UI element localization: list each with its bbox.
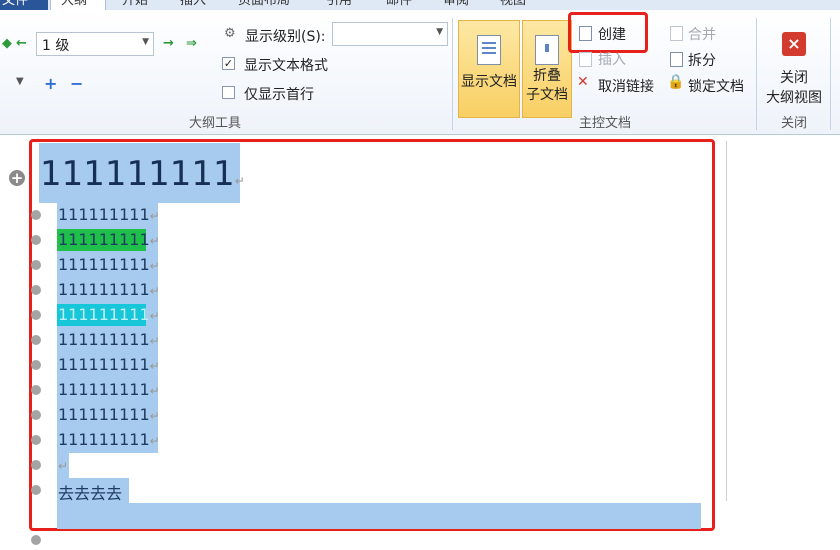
first-line-only-label: 仅显示首行 bbox=[244, 87, 314, 103]
outline-tools-group-label: 大纲工具 bbox=[188, 116, 241, 131]
outline-body-line[interactable]: 111111111↵ bbox=[58, 255, 160, 274]
chevron-down-icon: ▼ bbox=[436, 27, 443, 37]
outline-view-label: 大纲视图 bbox=[766, 90, 822, 106]
outline-bullet-icon[interactable] bbox=[31, 235, 41, 245]
insert-button[interactable]: 插入 bbox=[598, 49, 626, 69]
outline-bullet-icon[interactable] bbox=[31, 260, 41, 270]
first-line-only-checkbox[interactable] bbox=[222, 86, 235, 99]
lock-document-button[interactable]: 锁定文档 bbox=[688, 76, 744, 96]
unlink-icon: ✕ bbox=[577, 74, 589, 90]
subdocs-label: 子文档 bbox=[526, 87, 568, 103]
collapse-document-icon bbox=[535, 35, 559, 65]
move-down-icon[interactable]: ▼ bbox=[16, 76, 24, 87]
outline-bullet-icon[interactable] bbox=[31, 535, 41, 545]
outline-body-line[interactable]: 111111111↵ bbox=[58, 205, 160, 224]
outline-heading[interactable]: 111111111↵ bbox=[40, 154, 245, 194]
show-level-icon: ⚙ bbox=[224, 26, 236, 41]
show-text-format-label: 显示文本格式 bbox=[244, 58, 328, 74]
outline-bullet-icon[interactable] bbox=[31, 385, 41, 395]
outline-last-line[interactable]: 去去去去 bbox=[58, 480, 122, 504]
close-label: 关闭 bbox=[780, 70, 808, 86]
demote-to-body-icon[interactable]: ⇒ bbox=[186, 36, 197, 51]
selection-trailing bbox=[57, 503, 701, 529]
outline-body-line[interactable]: 111111111↵ bbox=[58, 305, 160, 324]
outline-bullet-icon[interactable] bbox=[31, 410, 41, 420]
outline-bullet-icon[interactable] bbox=[31, 460, 41, 470]
collapse-icon[interactable]: − bbox=[70, 74, 83, 93]
outline-body-line[interactable]: 111111111↵ bbox=[58, 430, 160, 449]
insert-doc-icon bbox=[579, 52, 592, 67]
close-outline-view-button[interactable]: × 关闭 大纲视图 bbox=[760, 20, 828, 116]
tab-outline[interactable]: 大纲 bbox=[50, 0, 106, 10]
paragraph-mark: ↵ bbox=[234, 174, 245, 188]
outline-bullet-icon[interactable] bbox=[31, 210, 41, 220]
tab-references[interactable]: 引用 bbox=[326, 0, 352, 10]
show-document-button[interactable]: 显示文档 bbox=[458, 20, 520, 118]
chevron-down-icon: ▼ bbox=[142, 37, 149, 47]
tab-view[interactable]: 视图 bbox=[500, 0, 526, 10]
group-separator bbox=[830, 18, 831, 130]
outline-bullet-icon[interactable] bbox=[31, 435, 41, 445]
collapse-label: 折叠 bbox=[533, 68, 561, 84]
unlink-button[interactable]: 取消链接 bbox=[598, 76, 654, 96]
outline-body-line[interactable]: 111111111↵ bbox=[58, 280, 160, 299]
ribbon-tab-strip: 文件 大纲 开始 插入 页面布局 引用 邮件 审阅 视图 bbox=[0, 0, 840, 10]
ribbon: ◆ ← 1 级 ▼ → ⇒ ▼ + − ⚙ 显示级别(S): ▼ ✓ 显示文本格… bbox=[0, 10, 840, 135]
annotation-box-create bbox=[568, 12, 648, 53]
group-separator bbox=[452, 18, 453, 130]
show-text-format-checkbox[interactable]: ✓ bbox=[222, 57, 235, 70]
outline-body-line[interactable]: 111111111↵ bbox=[58, 230, 160, 249]
outline-level-value: 1 级 bbox=[42, 38, 70, 54]
split-button[interactable]: 拆分 bbox=[688, 50, 716, 70]
tab-page-layout[interactable]: 页面布局 bbox=[238, 0, 290, 10]
outline-bullet-icon[interactable] bbox=[31, 360, 41, 370]
document-icon bbox=[477, 35, 501, 65]
close-group-label: 关闭 bbox=[780, 116, 807, 131]
master-doc-group-label: 主控文档 bbox=[578, 116, 631, 131]
expand-icon[interactable]: + bbox=[44, 74, 57, 93]
merge-button[interactable]: 合并 bbox=[688, 24, 716, 44]
outline-bullet-icon[interactable] bbox=[31, 310, 41, 320]
tab-insert[interactable]: 插入 bbox=[180, 0, 206, 10]
outline-body-line[interactable]: 111111111↵ bbox=[58, 330, 160, 349]
split-icon bbox=[670, 52, 683, 67]
promote-icon[interactable]: ◆ bbox=[2, 36, 12, 51]
group-separator bbox=[756, 18, 757, 130]
lock-icon: 🔒 bbox=[667, 74, 685, 90]
outline-level-select[interactable]: 1 级 ▼ bbox=[36, 32, 154, 56]
tab-review[interactable]: 审阅 bbox=[443, 0, 469, 10]
outline-body-line[interactable]: 111111111↵ bbox=[58, 355, 160, 374]
heading-text: 111111111 bbox=[40, 154, 235, 194]
collapse-subdocs-button[interactable]: 折叠 子文档 bbox=[522, 20, 572, 118]
tab-mailings[interactable]: 邮件 bbox=[386, 0, 412, 10]
outline-bullet-icon[interactable] bbox=[31, 335, 41, 345]
tab-file[interactable]: 文件 bbox=[0, 0, 48, 10]
demote-arrow-icon[interactable]: → bbox=[163, 36, 174, 51]
page-edge bbox=[726, 141, 727, 501]
outline-bullet-icon[interactable] bbox=[31, 485, 41, 495]
show-level-select[interactable]: ▼ bbox=[332, 22, 448, 46]
expand-heading-icon[interactable]: + bbox=[9, 170, 25, 186]
show-document-label: 显示文档 bbox=[461, 74, 517, 90]
outline-body-line[interactable]: 111111111↵ bbox=[58, 380, 160, 399]
promote-arrow-icon[interactable]: ← bbox=[16, 36, 27, 51]
outline-body-line[interactable]: 111111111↵ bbox=[58, 405, 160, 424]
merge-icon bbox=[670, 26, 683, 41]
outline-empty-line[interactable]: ↵ bbox=[58, 455, 68, 474]
outline-bullet-icon[interactable] bbox=[31, 285, 41, 295]
close-icon: × bbox=[782, 32, 806, 56]
tab-home[interactable]: 开始 bbox=[122, 0, 148, 10]
show-level-label: 显示级别(S): bbox=[245, 29, 326, 45]
